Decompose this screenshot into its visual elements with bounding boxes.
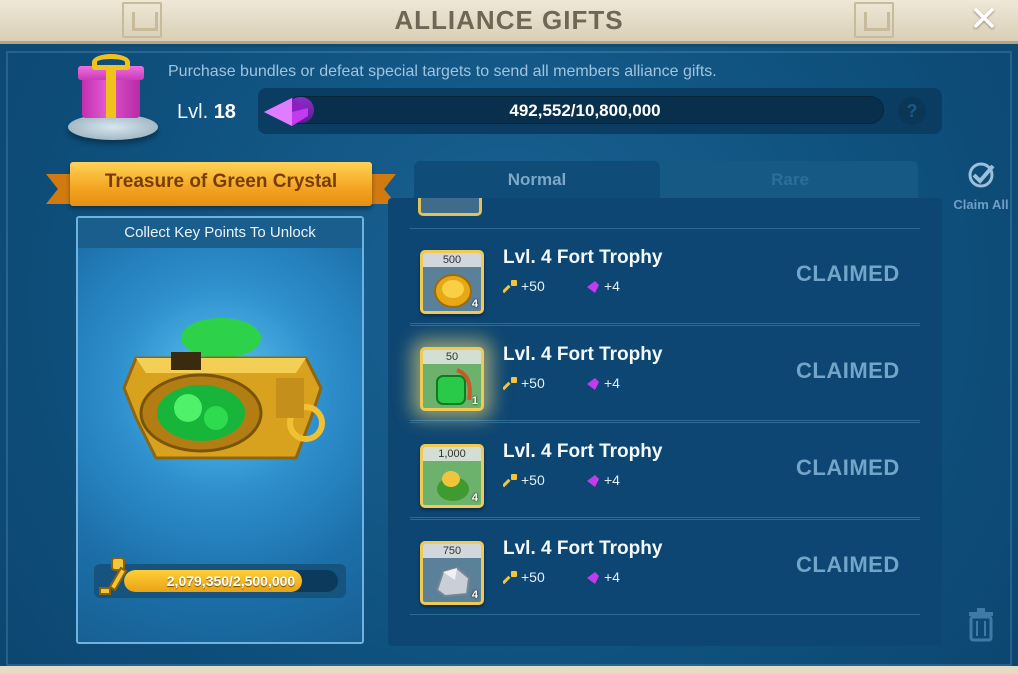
level-progress-text: 492,552/10,800,000 (509, 101, 661, 120)
claim-all-button[interactable]: Claim All (946, 160, 1016, 212)
key-reward: +50 (503, 375, 545, 391)
item-count: 4 (471, 492, 478, 504)
key-icon (503, 571, 517, 585)
gift-item-frame[interactable]: 50 1 (420, 347, 484, 411)
title-bar: ALLIANCE GIFTS ✕ (0, 0, 1018, 44)
list-item-partial (418, 198, 484, 216)
help-icon[interactable]: ? (898, 97, 926, 125)
claimed-status: CLAIMED (796, 552, 900, 577)
tab-rare[interactable]: Rare (662, 161, 918, 199)
key-reward-value: +50 (521, 375, 545, 391)
gift-list[interactable]: 500 4 Lvl. 4 Fort Trophy +50 +4 CLAIMED … (388, 198, 942, 646)
claimed-status: CLAIMED (796, 455, 900, 480)
gold-key-icon (99, 557, 128, 595)
key-icon (503, 474, 517, 488)
claimed-status: CLAIMED (796, 261, 900, 286)
level-prefix: Lvl. (177, 101, 209, 123)
row-title: Lvl. 4 Fort Trophy (503, 344, 663, 365)
gem-icon (587, 475, 599, 488)
trash-icon[interactable] (966, 606, 996, 642)
claimed-status: CLAIMED (796, 358, 900, 383)
key-progress-bar: 2,079,350/2,500,000 (124, 570, 338, 592)
stone-icon (435, 566, 471, 598)
key-reward-value: +50 (521, 472, 545, 488)
key-progress-text: 2,079,350/2,500,000 (166, 573, 296, 589)
gem-reward-value: +4 (604, 375, 620, 391)
claim-all-label: Claim All (953, 197, 1009, 212)
gem-icon (587, 378, 599, 391)
item-quantity: 1,000 (423, 447, 481, 461)
gift-item-frame[interactable]: 1,000 4 (420, 444, 484, 508)
window-title: ALLIANCE GIFTS (394, 5, 624, 35)
green-potion-icon (436, 368, 472, 405)
item-count: 1 (471, 395, 478, 407)
row-title: Lvl. 4 Fort Trophy (503, 247, 663, 268)
gem-icon (587, 281, 599, 294)
level-progress-bar: 492,552/10,800,000 (286, 96, 884, 124)
key-icon (503, 280, 517, 294)
row-title: Lvl. 4 Fort Trophy (503, 538, 663, 559)
gift-item-frame[interactable]: 500 4 (420, 250, 484, 314)
purple-gem-icon (264, 98, 308, 126)
treasure-chest-icon (122, 318, 325, 460)
gem-icon (587, 572, 599, 585)
gold-coin-icon (434, 274, 472, 308)
gift-description: Purchase bundles or defeat special targe… (168, 63, 717, 80)
item-quantity: 50 (423, 350, 481, 364)
key-reward-value: +50 (521, 569, 545, 585)
item-quantity: 500 (423, 253, 481, 267)
key-reward: +50 (503, 278, 545, 294)
treasure-banner: Treasure of Green Crystal (46, 160, 396, 214)
list-item: 50 1 Lvl. 4 Fort Trophy +50 +4 CLAIMED (410, 325, 920, 421)
gem-reward: +4 (586, 278, 620, 294)
gem-reward: +4 (586, 472, 620, 488)
treasure-subtitle: Collect Key Points To Unlock (78, 218, 362, 248)
key-reward: +50 (503, 472, 545, 488)
list-item: 1,000 4 Lvl. 4 Fort Trophy +50 +4 CLAIME… (410, 422, 920, 518)
gem-reward-value: +4 (604, 472, 620, 488)
tab-bar: Normal Rare (414, 161, 918, 199)
gem-reward-value: +4 (604, 278, 620, 294)
gift-icon (64, 54, 160, 142)
gift-item-frame[interactable]: 750 4 (420, 541, 484, 605)
level-value: 18 (213, 101, 236, 123)
close-button[interactable]: ✕ (964, 0, 1004, 40)
key-reward-value: +50 (521, 278, 545, 294)
bottom-border (0, 666, 1018, 674)
level-progress-container: 492,552/10,800,000 (258, 88, 942, 134)
checkmark-icon (968, 162, 995, 188)
gem-reward: +4 (586, 569, 620, 585)
treasure-card: Collect Key Points To Unlock 2,079,350/2… (76, 216, 364, 644)
item-count: 4 (471, 589, 478, 601)
treasure-name: Treasure of Green Crystal (104, 171, 338, 192)
list-item: 750 4 Lvl. 4 Fort Trophy +50 +4 CLAIMED (410, 519, 920, 615)
item-quantity: 750 (423, 544, 481, 558)
gem-reward: +4 (586, 375, 620, 391)
key-reward: +50 (503, 569, 545, 585)
gift-level: Lvl. 18 (177, 101, 236, 124)
key-icon (503, 377, 517, 391)
corn-food-icon (437, 471, 469, 501)
row-title: Lvl. 4 Fort Trophy (503, 441, 663, 462)
list-item: 500 4 Lvl. 4 Fort Trophy +50 +4 CLAIMED (410, 228, 920, 324)
item-count: 4 (471, 298, 478, 310)
tab-normal[interactable]: Normal (414, 161, 660, 199)
gem-reward-value: +4 (604, 569, 620, 585)
